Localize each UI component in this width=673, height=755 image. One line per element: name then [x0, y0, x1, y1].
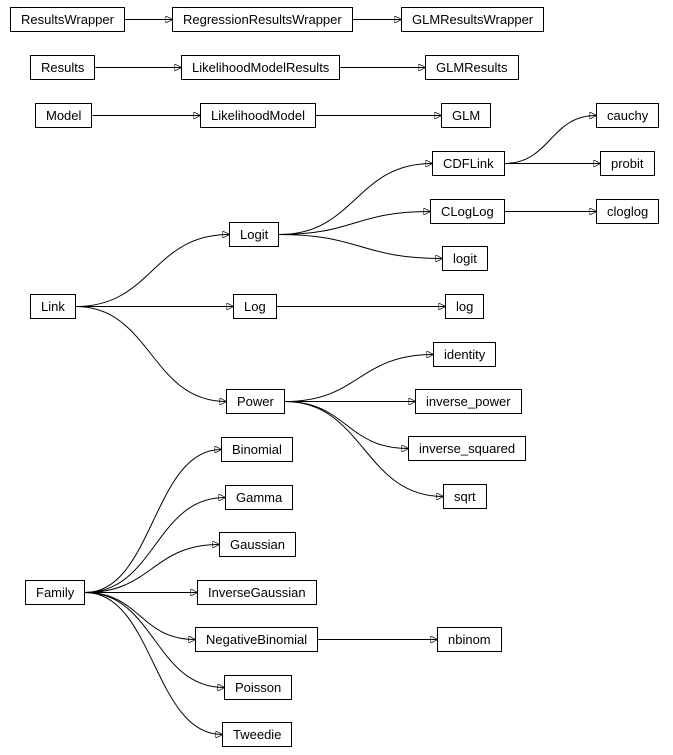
- node-model: Model: [35, 103, 92, 128]
- node-gamma: Gamma: [225, 485, 293, 510]
- node-link: Link: [30, 294, 76, 319]
- node-sqrt: sqrt: [443, 484, 487, 509]
- node-inverse-power: inverse_power: [415, 389, 522, 414]
- node-inversegaussian: InverseGaussian: [197, 580, 317, 605]
- node-regressionresultswrapper: RegressionResultsWrapper: [172, 7, 353, 32]
- node-glm: GLM: [441, 103, 491, 128]
- node-power: Power: [226, 389, 285, 414]
- node-glmresultswrapper: GLMResultsWrapper: [401, 7, 544, 32]
- node-likelihoodmodelresults: LikelihoodModelResults: [181, 55, 340, 80]
- node-resultswrapper: ResultsWrapper: [10, 7, 125, 32]
- node-log-lc: log: [445, 294, 484, 319]
- node-glmresults: GLMResults: [425, 55, 519, 80]
- node-likelihoodmodel: LikelihoodModel: [200, 103, 316, 128]
- node-logit: Logit: [229, 222, 279, 247]
- node-poisson: Poisson: [224, 675, 292, 700]
- node-cloglog-lc: cloglog: [596, 199, 659, 224]
- edges-layer: [0, 0, 673, 755]
- node-family: Family: [25, 580, 85, 605]
- node-cauchy: cauchy: [596, 103, 659, 128]
- node-tweedie: Tweedie: [222, 722, 292, 747]
- node-gaussian: Gaussian: [219, 532, 296, 557]
- node-logit-lc: logit: [442, 246, 488, 271]
- node-inverse-squared: inverse_squared: [408, 436, 526, 461]
- node-cloglog-class: CLogLog: [430, 199, 505, 224]
- node-log: Log: [233, 294, 277, 319]
- diagram-canvas: ResultsWrapper RegressionResultsWrapper …: [0, 0, 673, 755]
- node-results: Results: [30, 55, 95, 80]
- node-nbinom: nbinom: [437, 627, 502, 652]
- node-binomial: Binomial: [221, 437, 293, 462]
- node-negativebinomial: NegativeBinomial: [195, 627, 318, 652]
- node-cdflink: CDFLink: [432, 151, 505, 176]
- node-identity: identity: [433, 342, 496, 367]
- node-probit: probit: [600, 151, 655, 176]
